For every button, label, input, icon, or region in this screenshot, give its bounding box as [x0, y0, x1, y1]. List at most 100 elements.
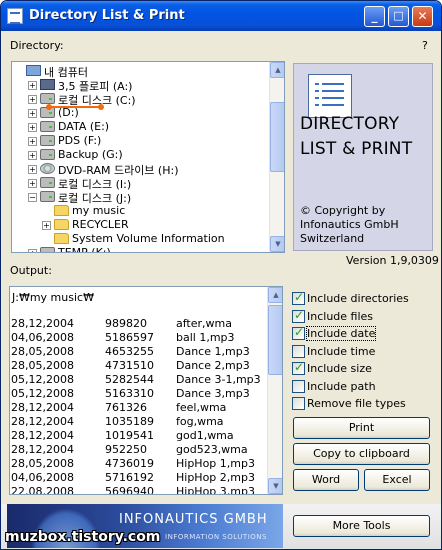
- output-row: 05,12,2008 5163310 Dance 3,mp3: [10, 387, 266, 401]
- help-button[interactable]: ?: [422, 39, 428, 52]
- copy-to-clipboard-button[interactable]: Copy to clipboard: [293, 443, 430, 465]
- expand-icon[interactable]: +: [42, 221, 51, 230]
- file-name: Dance 3,mp3: [176, 387, 250, 400]
- expand-icon[interactable]: +: [28, 81, 37, 90]
- option-checkbox[interactable]: Include time: [292, 344, 432, 359]
- checkbox-checked-icon[interactable]: [292, 360, 305, 375]
- expand-icon[interactable]: +: [28, 137, 37, 146]
- output-row: 22,08,2008 5696940 HipHop 3,mp3: [10, 485, 266, 495]
- file-size: 5186597: [105, 331, 154, 344]
- excel-button[interactable]: Excel: [364, 469, 430, 491]
- tree-item[interactable]: + 로컬 디스크 (I:): [12, 176, 268, 191]
- file-name: god1,wma: [176, 429, 234, 442]
- option-checkbox[interactable]: Include path: [292, 379, 432, 394]
- tree-item[interactable]: + DVD-RAM 드라이브 (H:): [12, 162, 268, 177]
- checkbox-unchecked-icon[interactable]: [292, 344, 305, 358]
- option-label[interactable]: Include files: [307, 310, 373, 323]
- checkbox-checked-icon[interactable]: [292, 308, 305, 323]
- tree-item-label: PDS (F:): [58, 134, 102, 147]
- tree-item-label: my music: [72, 204, 126, 217]
- list-document-icon: [308, 74, 352, 118]
- checkbox-checked-icon[interactable]: [292, 290, 305, 305]
- file-date: 28,12,2004: [11, 317, 74, 330]
- scroll-up-icon[interactable]: ▲: [268, 287, 282, 303]
- close-button[interactable]: ✕: [412, 6, 433, 27]
- option-checkbox[interactable]: Remove file types: [292, 396, 432, 411]
- copyright-line1: © Copyright by: [300, 204, 386, 217]
- option-checkbox[interactable]: Include size: [292, 360, 432, 376]
- output-row: 28,12,2004 1035189 fog,wma: [10, 415, 266, 429]
- checkbox-checked-icon[interactable]: [292, 325, 305, 340]
- option-checkbox[interactable]: Include files: [292, 308, 432, 324]
- expand-icon[interactable]: +: [28, 179, 37, 188]
- expand-icon[interactable]: +: [28, 249, 37, 252]
- hard-drive-icon: [40, 191, 55, 202]
- file-date: 28,12,2004: [11, 401, 74, 414]
- tree-item[interactable]: − 로컬 디스크 (J:): [12, 190, 268, 205]
- word-button[interactable]: Word: [293, 469, 359, 491]
- tree-item[interactable]: + DATA (E:): [12, 120, 268, 134]
- copyright-line3: Switzerland: [300, 232, 365, 245]
- tree-item-label: DATA (E:): [58, 120, 110, 133]
- hard-drive-icon: [40, 177, 55, 188]
- tree-item[interactable]: +3,5 플로피 (A:): [12, 78, 268, 93]
- watermark-text: muzbox.tistory.com: [5, 529, 161, 545]
- tree-item[interactable]: + TEMP (K:): [12, 246, 268, 253]
- tree-item[interactable]: + PDS (F:): [12, 134, 268, 148]
- option-label[interactable]: Include date: [305, 326, 377, 341]
- tree-scrollbar[interactable]: ▲ ▼: [269, 62, 284, 252]
- minimize-button[interactable]: _: [364, 6, 385, 27]
- option-checkbox[interactable]: Include date: [292, 325, 432, 341]
- tree-item[interactable]: 내 컴퓨터: [12, 64, 268, 79]
- output-row: 28,05,2008 4653255 Dance 1,mp3: [10, 345, 266, 359]
- maximize-button[interactable]: □: [388, 6, 409, 27]
- tree-item[interactable]: + RECYCLER: [12, 218, 268, 232]
- hard-drive-icon: [40, 149, 55, 160]
- expand-icon[interactable]: +: [28, 123, 37, 132]
- tree-item[interactable]: System Volume Information: [12, 232, 268, 246]
- output-row: 28,12,2004 989820 after,wma: [10, 317, 266, 331]
- directory-label: Directory:: [10, 39, 64, 52]
- option-checkbox[interactable]: Include directories: [292, 290, 432, 306]
- option-label[interactable]: Include directories: [307, 292, 409, 305]
- output-row: 04,06,2008 5716192 HipHop 2,mp3: [10, 471, 266, 485]
- file-date: 05,12,2008: [11, 373, 74, 386]
- collapse-icon[interactable]: −: [28, 193, 37, 202]
- output-listing[interactable]: J:₩my music₩ 28,12,2004 989820 after,wma 04…: [9, 286, 283, 495]
- folder-icon: [54, 219, 69, 230]
- output-scrollbar[interactable]: ▲ ▼: [267, 287, 282, 494]
- tree-item-label: TEMP (K:): [58, 246, 111, 253]
- file-name: HipHop 1,mp3: [176, 457, 255, 470]
- scroll-down-icon[interactable]: ▼: [270, 236, 284, 252]
- file-name: fog,wma: [176, 415, 224, 428]
- option-label[interactable]: Include time: [307, 345, 375, 358]
- folder-icon: [54, 233, 69, 244]
- scroll-thumb[interactable]: [270, 102, 284, 172]
- file-name: after,wma: [176, 317, 232, 330]
- output-row: 04,06,2008 5186597 ball 1,mp3: [10, 331, 266, 345]
- tree-item[interactable]: my music: [12, 204, 268, 218]
- file-size: 5716192: [105, 471, 154, 484]
- checkbox-unchecked-icon[interactable]: [292, 397, 305, 410]
- option-label[interactable]: Include size: [307, 362, 372, 375]
- scroll-thumb[interactable]: [268, 305, 282, 375]
- expand-icon[interactable]: +: [28, 165, 37, 174]
- title-bar[interactable]: Directory List & Print _ □ ✕: [1, 1, 441, 31]
- file-size: 4736019: [105, 457, 154, 470]
- output-row: 28,12,2004 1019541 god1,wma: [10, 429, 266, 443]
- file-date: 22,08,2008: [11, 485, 74, 495]
- more-tools-button[interactable]: More Tools: [293, 515, 430, 537]
- print-button[interactable]: Print: [293, 417, 430, 439]
- expand-icon[interactable]: +: [28, 95, 37, 104]
- expand-icon[interactable]: +: [28, 109, 37, 118]
- tree-item-label: Backup (G:): [58, 148, 123, 161]
- directory-tree[interactable]: 내 컴퓨터 +3,5 플로피 (A:) + 로컬 디스크 (C:) + (D:) + DATA…: [11, 61, 285, 253]
- scroll-up-icon[interactable]: ▲: [270, 62, 284, 78]
- checkbox-unchecked-icon[interactable]: [292, 379, 305, 393]
- scroll-down-icon[interactable]: ▼: [268, 478, 282, 494]
- tree-item[interactable]: + Backup (G:): [12, 148, 268, 162]
- logo-title-line2: LIST & PRINT: [300, 139, 413, 159]
- expand-icon[interactable]: +: [28, 151, 37, 160]
- option-label[interactable]: Remove file types: [307, 397, 406, 410]
- option-label[interactable]: Include path: [307, 380, 376, 393]
